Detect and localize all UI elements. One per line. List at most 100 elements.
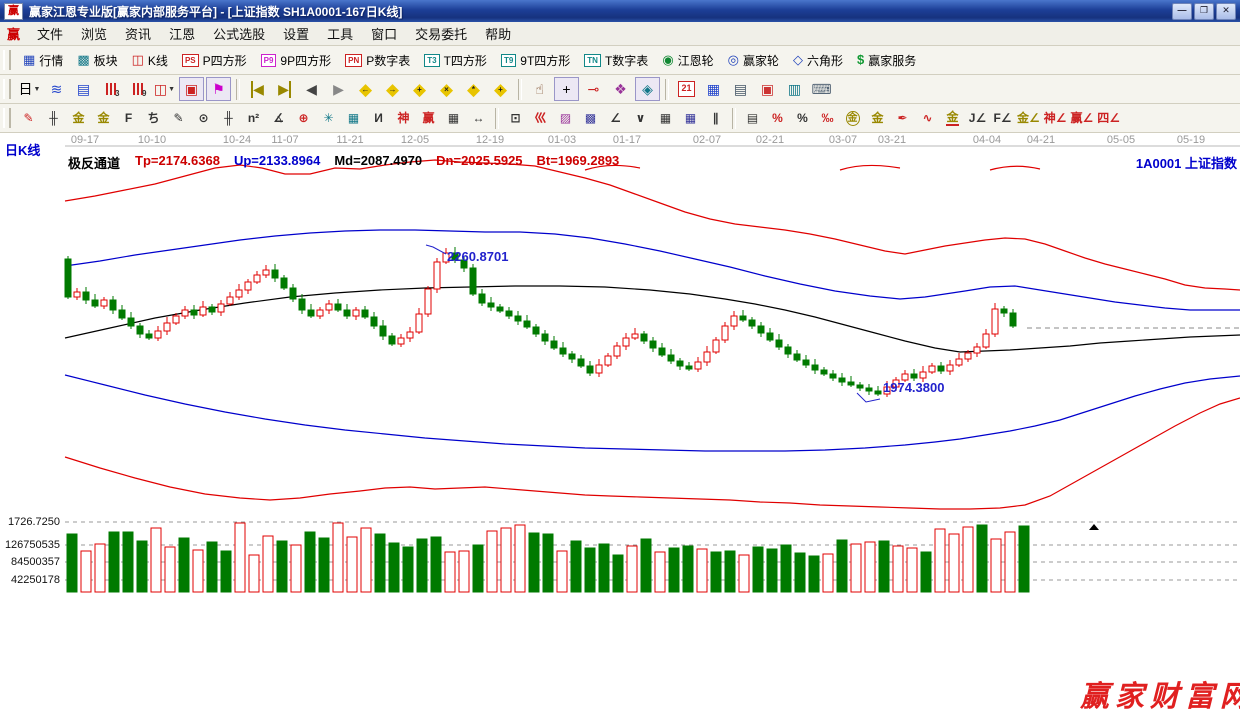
menu-文件[interactable]: 文件 [28, 22, 72, 45]
pan-right-button[interactable]: ◆ → [380, 77, 405, 101]
draw-shen-button[interactable]: 神 [392, 106, 415, 130]
winner-service-button[interactable]: $ 赢家服务 [850, 50, 923, 71]
save-button[interactable]: ▣ [755, 77, 780, 101]
zoom-all-button[interactable]: ◆ + [488, 77, 513, 101]
crosshair-button[interactable]: + [554, 77, 579, 101]
menu-浏览[interactable]: 浏览 [72, 22, 116, 45]
draw-parallel-button[interactable]: ∥ [704, 106, 727, 130]
draw-pct-button[interactable]: % [791, 106, 814, 130]
teal-tool-button[interactable]: ◈ [635, 77, 660, 101]
draw-ruler2-button[interactable]: ╫ [217, 106, 240, 130]
first-page-button[interactable]: ◀ [245, 77, 270, 101]
draw-cycle-button[interactable]: ⊙ [192, 106, 215, 130]
menu-设置[interactable]: 设置 [274, 22, 318, 45]
9p-square-button[interactable]: P9 9P四方形 [254, 50, 338, 71]
period-button[interactable]: 日 ▼ [17, 77, 42, 101]
9t-square-button[interactable]: T9 9T四方形 [494, 50, 577, 71]
draw-pen-button[interactable]: ✎ [17, 106, 40, 130]
draw-wave-button[interactable]: ∿ [916, 106, 939, 130]
gann-wheel-button[interactable]: ◉ 江恩轮 [655, 50, 720, 71]
toolbar-grip[interactable] [3, 79, 11, 99]
draw-angle-button[interactable]: ∠ [604, 106, 627, 130]
t-number-table-button[interactable]: TN T数字表 [577, 50, 655, 71]
draw-levels-button[interactable]: ▤ [741, 106, 764, 130]
menu-公式选股[interactable]: 公式选股 [204, 22, 274, 45]
workstation-button[interactable]: ⌨ [809, 77, 834, 101]
p-square-button[interactable]: PS P四方形 [175, 50, 254, 71]
calculator-button[interactable]: ▦ [701, 77, 726, 101]
zoom-star-button[interactable]: ◆ * [461, 77, 486, 101]
draw-gold-grid-button[interactable]: 金 [67, 106, 90, 130]
menu-交易委托[interactable]: 交易委托 [406, 22, 476, 45]
hexagon-button[interactable]: ◇ 六角形 [786, 50, 850, 71]
toolbar-grip[interactable] [3, 108, 11, 128]
draw-ruler-button[interactable]: ╫ [42, 106, 65, 130]
draw-spiral-button[interactable]: ち [142, 106, 165, 130]
sectors-button[interactable]: ▩ 板块 [70, 50, 124, 71]
menu-工具[interactable]: 工具 [318, 22, 362, 45]
notes-button[interactable]: ▤ [728, 77, 753, 101]
remote-data-button[interactable]: ▥ [782, 77, 807, 101]
menu-资讯[interactable]: 资讯 [116, 22, 160, 45]
draw-grid2-button[interactable]: ▦ [679, 106, 702, 130]
hand-tool-button[interactable]: ☝ [527, 77, 552, 101]
t-square-button[interactable]: T3 T四方形 [417, 50, 494, 71]
toolbar-grip[interactable] [3, 50, 11, 70]
kline-button[interactable]: ◫ K线 [125, 50, 175, 71]
draw-pct-line-button[interactable]: ‰ [816, 106, 839, 130]
draw-circle-cross-button[interactable]: ⊕ [292, 106, 315, 130]
draw-spider-button[interactable]: ▦ [342, 106, 365, 130]
draw-gold-line-button[interactable]: 金 [866, 106, 889, 130]
draw-box-fan-button[interactable]: ▨ [554, 106, 577, 130]
draw-k-mark-button[interactable]: И [367, 106, 390, 130]
draw-star-button[interactable]: ✳ [317, 106, 340, 130]
quotes-button[interactable]: ▦ 行情 [16, 50, 70, 71]
calendar-button[interactable]: 21 [674, 77, 699, 101]
purple-tool-button[interactable]: ❖ [608, 77, 633, 101]
menu-江恩[interactable]: 江恩 [160, 22, 204, 45]
draw-window-button[interactable]: ⊡ [504, 106, 527, 130]
draw-gold-under-button[interactable]: 金 [941, 106, 964, 130]
tangent-line-button[interactable]: ⊸ [581, 77, 606, 101]
maximize-button[interactable]: ❐ [1194, 2, 1214, 20]
draw-zigzag-button[interactable]: ∨ [629, 106, 652, 130]
draw-grid123-button[interactable]: ▦ [442, 106, 465, 130]
last-page-button[interactable]: ▶ [272, 77, 297, 101]
scroll-triangle-marker[interactable] [1089, 524, 1099, 530]
draw-j-angle-button[interactable]: J∠ [966, 106, 989, 130]
draw-n2-button[interactable]: n² [242, 106, 265, 130]
draw-fan-button[interactable]: 巛 [529, 106, 552, 130]
region-button[interactable]: ▣ [179, 77, 204, 101]
draw-shen-angle-button[interactable]: 神∠ [1043, 106, 1068, 130]
draw-f-tool-button[interactable]: F [117, 106, 140, 130]
zoom-h-button[interactable]: ◆ + [407, 77, 432, 101]
bars-9-button[interactable]: 9 [125, 77, 150, 101]
chart-canvas[interactable] [0, 133, 1240, 593]
draw-gold-angle-button[interactable]: 金∠ [1016, 106, 1041, 130]
menu-帮助[interactable]: 帮助 [476, 22, 520, 45]
p-number-table-button[interactable]: PN P数字表 [338, 50, 417, 71]
draw-pen2-button[interactable]: ✎ [167, 106, 190, 130]
minimize-button[interactable]: — [1172, 2, 1192, 20]
zoom-x-button[interactable]: ◆ × [434, 77, 459, 101]
flag-chart-button[interactable]: ⚑ [206, 77, 231, 101]
draw-ink-pen-button[interactable]: ✒ [891, 106, 914, 130]
draw-angle-fan-button[interactable]: ∡ [267, 106, 290, 130]
menu-窗口[interactable]: 窗口 [362, 22, 406, 45]
draw-gold-circle-button[interactable]: 金 [841, 106, 864, 130]
prev-button[interactable]: ◀ [299, 77, 324, 101]
draw-measure-button[interactable]: ↔ [467, 106, 490, 130]
draw-f-angle-button[interactable]: F∠ [991, 106, 1014, 130]
draw-si-angle-button[interactable]: 四∠ [1096, 106, 1121, 130]
draw-box-spider-button[interactable]: ▩ [579, 106, 602, 130]
draw-pct-fan-button[interactable]: % [766, 106, 789, 130]
f10-info-button[interactable]: ▤ [71, 77, 96, 101]
trend-button[interactable]: ≋ [44, 77, 69, 101]
close-button[interactable]: ✕ [1216, 2, 1236, 20]
next-button[interactable]: ▶ [326, 77, 351, 101]
draw-gold-grid2-button[interactable]: 金 [92, 106, 115, 130]
bars-3-button[interactable]: 3 [98, 77, 123, 101]
draw-grid-button[interactable]: ▦ [654, 106, 677, 130]
draw-ying-angle-button[interactable]: 赢∠ [1070, 106, 1095, 130]
candle-style-button[interactable]: ◫ ▼ [152, 77, 177, 101]
